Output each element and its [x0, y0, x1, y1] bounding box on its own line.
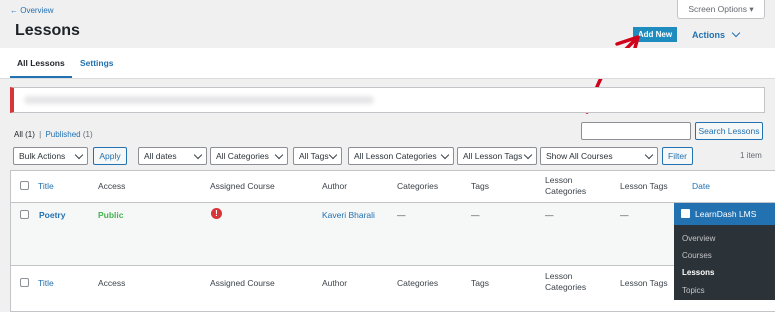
- status-filters: All (1) | Published (1): [14, 130, 93, 139]
- dates-select[interactable]: All dates: [138, 147, 207, 165]
- tab-settings[interactable]: Settings: [80, 48, 114, 78]
- col-lesson-categories-header: Lesson Categories: [545, 175, 586, 197]
- tags-value: All Tags: [299, 151, 329, 161]
- submenu-item-lessons[interactable]: Lessons: [682, 268, 714, 277]
- apply-label: Apply: [99, 151, 121, 161]
- tabs-bar: [0, 48, 775, 79]
- chevron-down-icon: [74, 150, 84, 160]
- row-tags: —: [471, 210, 480, 220]
- search-lessons-label: Search Lessons: [698, 126, 760, 136]
- row-author-link[interactable]: Kaveri Bharali: [322, 210, 375, 220]
- col-lesson-categories-footer-line2: Categories: [545, 282, 587, 292]
- col-title-footer[interactable]: Title: [38, 278, 54, 289]
- learndash-submenu: LearnDash LMS Overview Courses Lessons T…: [674, 203, 775, 300]
- col-lesson-tags-footer: Lesson Tags: [620, 278, 668, 288]
- courses-select[interactable]: Show All Courses: [540, 147, 658, 165]
- chevron-down-icon: [193, 150, 203, 160]
- col-access-footer: Access: [98, 278, 126, 288]
- row-lesson-tags: —: [620, 210, 629, 220]
- col-tags-footer: Tags: [471, 278, 489, 288]
- notice-blurred-text: [24, 96, 374, 104]
- categories-select[interactable]: All Categories: [210, 147, 288, 165]
- submenu-header[interactable]: LearnDash LMS: [674, 203, 775, 225]
- col-categories-footer: Categories: [397, 278, 439, 288]
- chevron-down-icon: [644, 150, 654, 160]
- apply-button[interactable]: Apply: [93, 147, 127, 165]
- filter-separator: |: [39, 130, 42, 139]
- row-divider: [10, 265, 775, 266]
- filter-published-count: (1): [82, 130, 93, 139]
- submenu-item-overview[interactable]: Overview: [682, 234, 715, 243]
- col-date-header[interactable]: Date: [692, 181, 710, 192]
- search-lessons-button[interactable]: Search Lessons: [695, 122, 763, 140]
- bulk-actions-value: Bulk Actions: [19, 151, 66, 161]
- submenu-header-label: LearnDash LMS: [695, 209, 757, 219]
- chevron-down-icon: [328, 150, 338, 160]
- actions-dropdown[interactable]: Actions: [692, 28, 740, 40]
- select-all-checkbox-footer[interactable]: [20, 278, 29, 287]
- search-input[interactable]: [581, 122, 691, 140]
- lesson-tags-select[interactable]: All Lesson Tags: [457, 147, 537, 165]
- lesson-tags-value: All Lesson Tags: [463, 151, 523, 161]
- col-assigned-course-header: Assigned Course: [210, 181, 275, 191]
- filter-label: Filter: [668, 151, 687, 161]
- tab-settings-label: Settings: [80, 58, 114, 68]
- dates-value: All dates: [144, 151, 177, 161]
- col-lesson-categories-line2: Categories: [545, 186, 587, 196]
- row-lesson-categories: —: [545, 210, 554, 220]
- courses-value: Show All Courses: [546, 151, 613, 161]
- filter-all-link[interactable]: All (1): [14, 130, 35, 139]
- row-checkbox[interactable]: [20, 210, 29, 219]
- submenu-item-topics[interactable]: Topics: [682, 286, 705, 295]
- overview-back-link[interactable]: ← Overview: [10, 6, 54, 15]
- learndash-icon: [681, 209, 690, 218]
- screen-options-label: Screen Options ▾: [688, 4, 754, 14]
- page-title: Lessons: [15, 22, 80, 39]
- row-categories: —: [397, 210, 406, 220]
- col-author-header: Author: [322, 181, 348, 191]
- col-lesson-categories-line1: Lesson: [545, 175, 573, 185]
- row-access-public: Public: [98, 210, 124, 220]
- chevron-down-icon: [440, 150, 450, 160]
- screen-options-button[interactable]: Screen Options ▾: [677, 0, 765, 19]
- bulk-actions-select[interactable]: Bulk Actions: [13, 147, 88, 165]
- col-author-footer: Author: [322, 278, 348, 288]
- alert-icon: !: [211, 208, 222, 219]
- categories-value: All Categories: [216, 151, 269, 161]
- lesson-categories-select[interactable]: All Lesson Categories: [348, 147, 454, 165]
- row-title-link[interactable]: Poetry: [39, 210, 65, 220]
- tab-all-lessons[interactable]: All Lessons: [10, 48, 72, 78]
- col-tags-header: Tags: [471, 181, 489, 191]
- col-access-header: Access: [98, 181, 126, 191]
- admin-notice: [10, 87, 765, 113]
- col-lesson-categories-footer: Lesson Categories: [545, 271, 586, 293]
- chevron-down-icon: [731, 28, 740, 38]
- tab-all-lessons-label: All Lessons: [17, 58, 65, 68]
- tags-select[interactable]: All Tags: [293, 147, 342, 165]
- chevron-down-icon: [274, 150, 284, 160]
- submenu-item-courses[interactable]: Courses: [682, 251, 712, 260]
- filter-button[interactable]: Filter: [662, 147, 693, 165]
- actions-label: Actions: [692, 30, 726, 40]
- table-row: [11, 203, 775, 265]
- select-all-checkbox[interactable]: [20, 181, 29, 190]
- lesson-categories-value: All Lesson Categories: [354, 151, 437, 161]
- filter-published-link[interactable]: Published: [45, 130, 80, 139]
- col-lesson-tags-header: Lesson Tags: [620, 181, 668, 191]
- col-categories-header: Categories: [397, 181, 439, 191]
- chevron-down-icon: [523, 150, 533, 160]
- item-count: 1 item: [740, 151, 762, 160]
- col-lesson-categories-footer-line1: Lesson: [545, 271, 573, 281]
- col-assigned-course-footer: Assigned Course: [210, 278, 275, 288]
- col-title-header[interactable]: Title: [38, 181, 54, 192]
